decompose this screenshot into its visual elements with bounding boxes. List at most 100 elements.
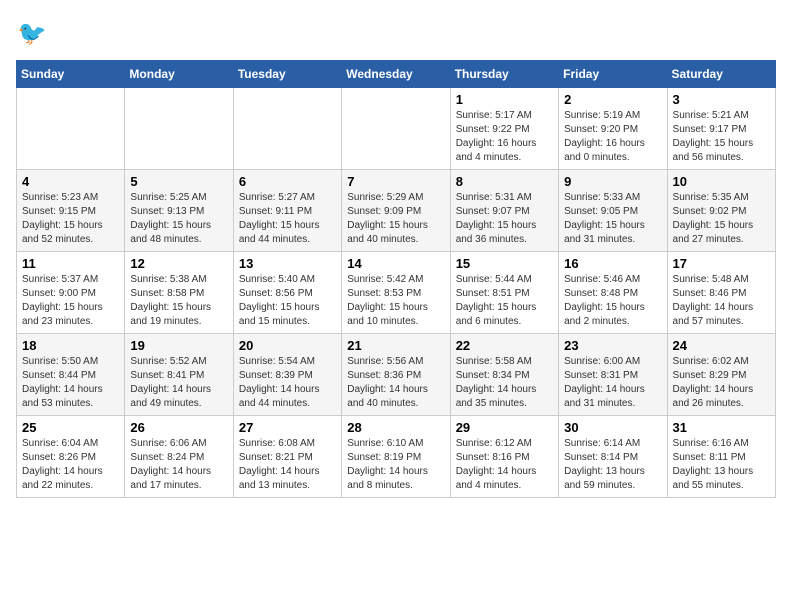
day-info: Sunrise: 5:42 AM Sunset: 8:53 PM Dayligh… <box>347 273 444 329</box>
day-number: 22 <box>456 338 553 353</box>
calendar-week-1: 1Sunrise: 5:17 AM Sunset: 9:22 PM Daylig… <box>17 88 776 170</box>
day-info: Sunrise: 5:40 AM Sunset: 8:56 PM Dayligh… <box>239 273 336 329</box>
day-info: Sunrise: 5:37 AM Sunset: 9:00 PM Dayligh… <box>22 273 119 329</box>
day-number: 5 <box>130 174 227 189</box>
day-info: Sunrise: 6:00 AM Sunset: 8:31 PM Dayligh… <box>564 355 661 411</box>
day-number: 21 <box>347 338 444 353</box>
day-number: 8 <box>456 174 553 189</box>
calendar-cell: 15 Sunrise: 5:44 AM Sunset: 8:51 PM Dayli… <box>450 252 558 334</box>
day-number: 6 <box>239 174 336 189</box>
day-number: 31 <box>673 420 770 435</box>
calendar-table: SundayMondayTuesdayWednesdayThursdayFrid… <box>16 60 776 498</box>
calendar-cell: 18 Sunrise: 5:50 AM Sunset: 8:44 PM Dayli… <box>17 334 125 416</box>
day-info: Sunrise: 5:48 AM Sunset: 8:46 PM Dayligh… <box>673 273 770 329</box>
calendar-cell: 8 Sunrise: 5:31 AM Sunset: 9:07 PM Daylig… <box>450 170 558 252</box>
calendar-cell: 21 Sunrise: 5:56 AM Sunset: 8:36 PM Dayli… <box>342 334 450 416</box>
day-info: Sunrise: 6:04 AM Sunset: 8:26 PM Dayligh… <box>22 437 119 493</box>
calendar-cell <box>17 88 125 170</box>
day-info: Sunrise: 5:31 AM Sunset: 9:07 PM Dayligh… <box>456 191 553 247</box>
day-info: Sunrise: 5:52 AM Sunset: 8:41 PM Dayligh… <box>130 355 227 411</box>
day-number: 23 <box>564 338 661 353</box>
day-number: 18 <box>22 338 119 353</box>
calendar-header-friday: Friday <box>559 61 667 88</box>
day-number: 15 <box>456 256 553 271</box>
day-number: 17 <box>673 256 770 271</box>
day-info: Sunrise: 5:38 AM Sunset: 8:58 PM Dayligh… <box>130 273 227 329</box>
day-info: Sunrise: 6:02 AM Sunset: 8:29 PM Dayligh… <box>673 355 770 411</box>
calendar-cell: 22 Sunrise: 5:58 AM Sunset: 8:34 PM Dayli… <box>450 334 558 416</box>
calendar-cell: 26 Sunrise: 6:06 AM Sunset: 8:24 PM Dayli… <box>125 416 233 498</box>
calendar-header-saturday: Saturday <box>667 61 775 88</box>
calendar-cell: 31Sunrise: 6:16 AM Sunset: 8:11 PM Dayli… <box>667 416 775 498</box>
calendar-cell: 2Sunrise: 5:19 AM Sunset: 9:20 PM Daylig… <box>559 88 667 170</box>
day-number: 9 <box>564 174 661 189</box>
calendar-cell: 12 Sunrise: 5:38 AM Sunset: 8:58 PM Dayli… <box>125 252 233 334</box>
day-number: 10 <box>673 174 770 189</box>
day-info: Sunrise: 5:17 AM Sunset: 9:22 PM Dayligh… <box>456 109 553 165</box>
day-info: Sunrise: 6:10 AM Sunset: 8:19 PM Dayligh… <box>347 437 444 493</box>
calendar-cell: 4 Sunrise: 5:23 AM Sunset: 9:15 PM Daylig… <box>17 170 125 252</box>
day-info: Sunrise: 6:14 AM Sunset: 8:14 PM Dayligh… <box>564 437 661 493</box>
day-number: 24 <box>673 338 770 353</box>
day-number: 29 <box>456 420 553 435</box>
calendar-header-tuesday: Tuesday <box>233 61 341 88</box>
day-info: Sunrise: 5:27 AM Sunset: 9:11 PM Dayligh… <box>239 191 336 247</box>
calendar-header-row: SundayMondayTuesdayWednesdayThursdayFrid… <box>17 61 776 88</box>
calendar-cell: 3 Sunrise: 5:21 AM Sunset: 9:17 PM Daylig… <box>667 88 775 170</box>
day-info: Sunrise: 5:21 AM Sunset: 9:17 PM Dayligh… <box>673 109 770 165</box>
day-number: 3 <box>673 92 770 107</box>
calendar-header-thursday: Thursday <box>450 61 558 88</box>
day-number: 13 <box>239 256 336 271</box>
day-number: 20 <box>239 338 336 353</box>
calendar-cell: 25 Sunrise: 6:04 AM Sunset: 8:26 PM Dayli… <box>17 416 125 498</box>
day-info: Sunrise: 6:12 AM Sunset: 8:16 PM Dayligh… <box>456 437 553 493</box>
calendar-cell: 7Sunrise: 5:29 AM Sunset: 9:09 PM Daylig… <box>342 170 450 252</box>
calendar-cell <box>342 88 450 170</box>
day-info: Sunrise: 6:06 AM Sunset: 8:24 PM Dayligh… <box>130 437 227 493</box>
day-number: 27 <box>239 420 336 435</box>
calendar-header-wednesday: Wednesday <box>342 61 450 88</box>
day-info: Sunrise: 5:44 AM Sunset: 8:51 PM Dayligh… <box>456 273 553 329</box>
day-number: 28 <box>347 420 444 435</box>
calendar-cell: 16Sunrise: 5:46 AM Sunset: 8:48 PM Dayli… <box>559 252 667 334</box>
calendar-header-sunday: Sunday <box>17 61 125 88</box>
calendar-body: 1Sunrise: 5:17 AM Sunset: 9:22 PM Daylig… <box>17 88 776 498</box>
day-number: 4 <box>22 174 119 189</box>
calendar-cell: 1Sunrise: 5:17 AM Sunset: 9:22 PM Daylig… <box>450 88 558 170</box>
calendar-week-2: 4 Sunrise: 5:23 AM Sunset: 9:15 PM Daylig… <box>17 170 776 252</box>
day-number: 25 <box>22 420 119 435</box>
calendar-cell: 11 Sunrise: 5:37 AM Sunset: 9:00 PM Dayli… <box>17 252 125 334</box>
day-info: Sunrise: 6:08 AM Sunset: 8:21 PM Dayligh… <box>239 437 336 493</box>
day-info: Sunrise: 5:33 AM Sunset: 9:05 PM Dayligh… <box>564 191 661 247</box>
page-header: 🐦 <box>16 16 776 52</box>
day-info: Sunrise: 5:23 AM Sunset: 9:15 PM Dayligh… <box>22 191 119 247</box>
calendar-cell: 20 Sunrise: 5:54 AM Sunset: 8:39 PM Dayli… <box>233 334 341 416</box>
calendar-cell <box>233 88 341 170</box>
day-info: Sunrise: 5:35 AM Sunset: 9:02 PM Dayligh… <box>673 191 770 247</box>
day-number: 12 <box>130 256 227 271</box>
day-number: 30 <box>564 420 661 435</box>
calendar-cell: 10 Sunrise: 5:35 AM Sunset: 9:02 PM Dayli… <box>667 170 775 252</box>
day-info: Sunrise: 5:50 AM Sunset: 8:44 PM Dayligh… <box>22 355 119 411</box>
day-number: 11 <box>22 256 119 271</box>
calendar-week-5: 25 Sunrise: 6:04 AM Sunset: 8:26 PM Dayli… <box>17 416 776 498</box>
calendar-cell: 17 Sunrise: 5:48 AM Sunset: 8:46 PM Dayli… <box>667 252 775 334</box>
logo-icon: 🐦 <box>16 16 52 52</box>
calendar-cell: 28 Sunrise: 6:10 AM Sunset: 8:19 PM Dayli… <box>342 416 450 498</box>
day-number: 2 <box>564 92 661 107</box>
svg-text:🐦: 🐦 <box>18 20 47 46</box>
day-number: 26 <box>130 420 227 435</box>
calendar-cell: 24 Sunrise: 6:02 AM Sunset: 8:29 PM Dayli… <box>667 334 775 416</box>
calendar-cell: 27 Sunrise: 6:08 AM Sunset: 8:21 PM Dayli… <box>233 416 341 498</box>
day-info: Sunrise: 5:58 AM Sunset: 8:34 PM Dayligh… <box>456 355 553 411</box>
day-info: Sunrise: 5:54 AM Sunset: 8:39 PM Dayligh… <box>239 355 336 411</box>
day-number: 7 <box>347 174 444 189</box>
day-info: Sunrise: 5:56 AM Sunset: 8:36 PM Dayligh… <box>347 355 444 411</box>
calendar-week-3: 11 Sunrise: 5:37 AM Sunset: 9:00 PM Dayli… <box>17 252 776 334</box>
calendar-cell: 6 Sunrise: 5:27 AM Sunset: 9:11 PM Daylig… <box>233 170 341 252</box>
day-info: Sunrise: 5:46 AM Sunset: 8:48 PM Dayligh… <box>564 273 661 329</box>
calendar-cell <box>125 88 233 170</box>
calendar-cell: 5Sunrise: 5:25 AM Sunset: 9:13 PM Daylig… <box>125 170 233 252</box>
day-number: 19 <box>130 338 227 353</box>
calendar-cell: 19 Sunrise: 5:52 AM Sunset: 8:41 PM Dayli… <box>125 334 233 416</box>
